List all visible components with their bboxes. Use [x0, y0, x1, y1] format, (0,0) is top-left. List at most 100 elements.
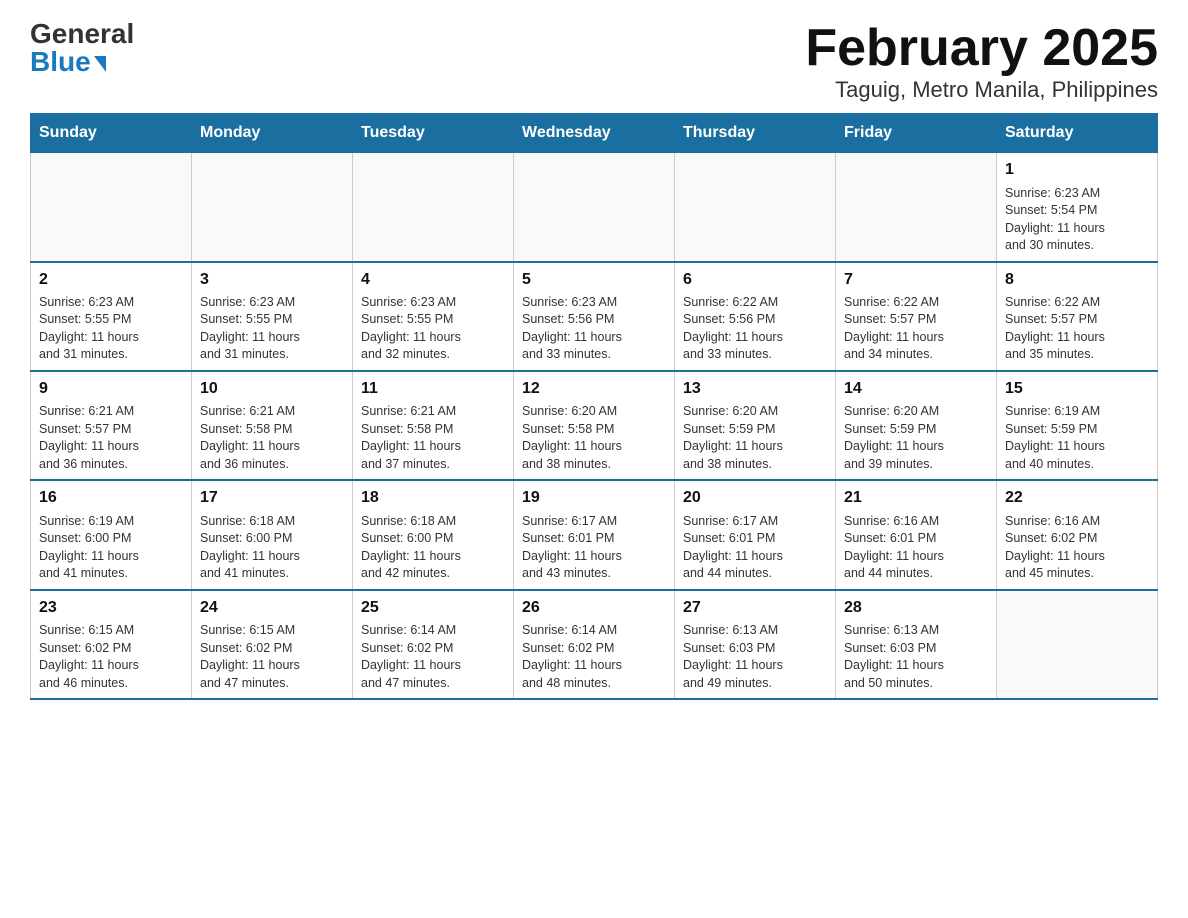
calendar-day-cell: 8Sunrise: 6:22 AM Sunset: 5:57 PM Daylig…	[997, 262, 1158, 371]
logo-text-group: General Blue	[30, 20, 134, 76]
day-info: Sunrise: 6:23 AM Sunset: 5:55 PM Dayligh…	[200, 294, 344, 364]
day-info: Sunrise: 6:20 AM Sunset: 5:58 PM Dayligh…	[522, 403, 666, 473]
day-number: 3	[200, 269, 344, 291]
calendar-week-row: 9 Sunrise: 6:21 AM Sunset: 5:57 PM Daylig…	[31, 371, 1158, 480]
calendar-day-header: Monday	[192, 114, 353, 153]
day-number: 5	[522, 269, 666, 291]
title-area: February 2025 Taguig, Metro Manila, Phil…	[805, 20, 1158, 103]
calendar-day-cell	[353, 153, 514, 262]
logo-general-text: General	[30, 20, 134, 48]
day-number: 18	[361, 487, 505, 509]
calendar-day-cell: 19Sunrise: 6:17 AM Sunset: 6:01 PM Dayli…	[514, 480, 675, 589]
calendar-day-cell: 7 Sunrise: 6:22 AM Sunset: 5:57 PM Daylig…	[836, 262, 997, 371]
logo-triangle-icon	[94, 56, 106, 72]
calendar-day-cell: 17 Sunrise: 6:18 AM Sunset: 6:00 PM Dayli…	[192, 480, 353, 589]
calendar-day-cell: 25 Sunrise: 6:14 AM Sunset: 6:02 PM Dayli…	[353, 590, 514, 699]
calendar-day-cell: 11 Sunrise: 6:21 AM Sunset: 5:58 PM Dayli…	[353, 371, 514, 480]
calendar-day-header: Sunday	[31, 114, 192, 153]
day-number: 25	[361, 597, 505, 619]
calendar-day-cell: 16 Sunrise: 6:19 AM Sunset: 6:00 PM Dayli…	[31, 480, 192, 589]
day-number: 28	[844, 597, 988, 619]
day-number: 6	[683, 269, 827, 291]
day-info: Sunrise: 6:20 AM Sunset: 5:59 PM Dayligh…	[844, 403, 988, 473]
calendar-day-cell: 5 Sunrise: 6:23 AM Sunset: 5:56 PM Daylig…	[514, 262, 675, 371]
calendar-day-cell: 13 Sunrise: 6:20 AM Sunset: 5:59 PM Dayli…	[675, 371, 836, 480]
day-info: Sunrise: 6:21 AM Sunset: 5:57 PM Dayligh…	[39, 403, 183, 473]
calendar-day-cell	[836, 153, 997, 262]
day-number: 13	[683, 378, 827, 400]
calendar-day-cell: 12 Sunrise: 6:20 AM Sunset: 5:58 PM Dayli…	[514, 371, 675, 480]
calendar-day-cell	[675, 153, 836, 262]
day-number: 7	[844, 269, 988, 291]
page-header: General Blue February 2025 Taguig, Metro…	[30, 20, 1158, 103]
day-info: Sunrise: 6:16 AM Sunset: 6:01 PM Dayligh…	[844, 513, 988, 583]
calendar-day-header: Tuesday	[353, 114, 514, 153]
day-info: Sunrise: 6:22 AM Sunset: 5:57 PM Dayligh…	[1005, 294, 1149, 364]
calendar-day-cell: 22Sunrise: 6:16 AM Sunset: 6:02 PM Dayli…	[997, 480, 1158, 589]
day-info: Sunrise: 6:15 AM Sunset: 6:02 PM Dayligh…	[39, 622, 183, 692]
day-info: Sunrise: 6:14 AM Sunset: 6:02 PM Dayligh…	[522, 622, 666, 692]
day-info: Sunrise: 6:13 AM Sunset: 6:03 PM Dayligh…	[844, 622, 988, 692]
day-number: 17	[200, 487, 344, 509]
day-number: 9	[39, 378, 183, 400]
day-number: 14	[844, 378, 988, 400]
day-info: Sunrise: 6:17 AM Sunset: 6:01 PM Dayligh…	[683, 513, 827, 583]
calendar-day-cell: 28 Sunrise: 6:13 AM Sunset: 6:03 PM Dayli…	[836, 590, 997, 699]
calendar-day-cell: 1 Sunrise: 6:23 AM Sunset: 5:54 PM Daylig…	[997, 153, 1158, 262]
day-number: 22	[1005, 487, 1149, 509]
logo: General Blue	[30, 20, 134, 76]
calendar-day-cell: 14 Sunrise: 6:20 AM Sunset: 5:59 PM Dayli…	[836, 371, 997, 480]
calendar-day-cell: 9 Sunrise: 6:21 AM Sunset: 5:57 PM Daylig…	[31, 371, 192, 480]
day-info: Sunrise: 6:22 AM Sunset: 5:57 PM Dayligh…	[844, 294, 988, 364]
calendar-day-cell: 18 Sunrise: 6:18 AM Sunset: 6:00 PM Dayli…	[353, 480, 514, 589]
day-info: Sunrise: 6:13 AM Sunset: 6:03 PM Dayligh…	[683, 622, 827, 692]
calendar-week-row: 23Sunrise: 6:15 AM Sunset: 6:02 PM Dayli…	[31, 590, 1158, 699]
calendar-day-cell: 27 Sunrise: 6:13 AM Sunset: 6:03 PM Dayli…	[675, 590, 836, 699]
calendar-day-cell: 4Sunrise: 6:23 AM Sunset: 5:55 PM Daylig…	[353, 262, 514, 371]
day-number: 15	[1005, 378, 1149, 400]
day-number: 16	[39, 487, 183, 509]
day-info: Sunrise: 6:19 AM Sunset: 5:59 PM Dayligh…	[1005, 403, 1149, 473]
day-info: Sunrise: 6:21 AM Sunset: 5:58 PM Dayligh…	[200, 403, 344, 473]
day-info: Sunrise: 6:18 AM Sunset: 6:00 PM Dayligh…	[200, 513, 344, 583]
day-info: Sunrise: 6:20 AM Sunset: 5:59 PM Dayligh…	[683, 403, 827, 473]
day-number: 10	[200, 378, 344, 400]
calendar-day-cell: 15 Sunrise: 6:19 AM Sunset: 5:59 PM Dayli…	[997, 371, 1158, 480]
day-number: 4	[361, 269, 505, 291]
day-info: Sunrise: 6:21 AM Sunset: 5:58 PM Dayligh…	[361, 403, 505, 473]
calendar-body: 1 Sunrise: 6:23 AM Sunset: 5:54 PM Daylig…	[31, 153, 1158, 699]
calendar-day-header: Thursday	[675, 114, 836, 153]
day-info: Sunrise: 6:17 AM Sunset: 6:01 PM Dayligh…	[522, 513, 666, 583]
day-info: Sunrise: 6:18 AM Sunset: 6:00 PM Dayligh…	[361, 513, 505, 583]
day-info: Sunrise: 6:23 AM Sunset: 5:56 PM Dayligh…	[522, 294, 666, 364]
calendar-header: SundayMondayTuesdayWednesdayThursdayFrid…	[31, 114, 1158, 153]
day-number: 26	[522, 597, 666, 619]
day-number: 27	[683, 597, 827, 619]
calendar-day-cell: 3 Sunrise: 6:23 AM Sunset: 5:55 PM Daylig…	[192, 262, 353, 371]
day-info: Sunrise: 6:22 AM Sunset: 5:56 PM Dayligh…	[683, 294, 827, 364]
calendar-week-row: 2Sunrise: 6:23 AM Sunset: 5:55 PM Daylig…	[31, 262, 1158, 371]
calendar-day-cell: 20 Sunrise: 6:17 AM Sunset: 6:01 PM Dayli…	[675, 480, 836, 589]
day-info: Sunrise: 6:23 AM Sunset: 5:55 PM Dayligh…	[39, 294, 183, 364]
calendar-day-cell: 10 Sunrise: 6:21 AM Sunset: 5:58 PM Dayli…	[192, 371, 353, 480]
calendar-week-row: 1 Sunrise: 6:23 AM Sunset: 5:54 PM Daylig…	[31, 153, 1158, 262]
day-info: Sunrise: 6:14 AM Sunset: 6:02 PM Dayligh…	[361, 622, 505, 692]
day-info: Sunrise: 6:23 AM Sunset: 5:54 PM Dayligh…	[1005, 185, 1149, 255]
day-number: 20	[683, 487, 827, 509]
calendar-day-cell: 2Sunrise: 6:23 AM Sunset: 5:55 PM Daylig…	[31, 262, 192, 371]
day-number: 11	[361, 378, 505, 400]
day-info: Sunrise: 6:19 AM Sunset: 6:00 PM Dayligh…	[39, 513, 183, 583]
calendar-day-cell	[997, 590, 1158, 699]
calendar-day-header: Saturday	[997, 114, 1158, 153]
calendar-day-cell	[514, 153, 675, 262]
calendar-day-header: Wednesday	[514, 114, 675, 153]
calendar-day-cell: 26 Sunrise: 6:14 AM Sunset: 6:02 PM Dayli…	[514, 590, 675, 699]
logo-blue-row: Blue	[30, 48, 134, 76]
calendar-table: SundayMondayTuesdayWednesdayThursdayFrid…	[30, 113, 1158, 700]
calendar-day-cell: 23Sunrise: 6:15 AM Sunset: 6:02 PM Dayli…	[31, 590, 192, 699]
day-number: 12	[522, 378, 666, 400]
day-number: 21	[844, 487, 988, 509]
day-number: 1	[1005, 159, 1149, 181]
calendar-title: February 2025	[805, 20, 1158, 77]
calendar-subtitle: Taguig, Metro Manila, Philippines	[805, 77, 1158, 103]
